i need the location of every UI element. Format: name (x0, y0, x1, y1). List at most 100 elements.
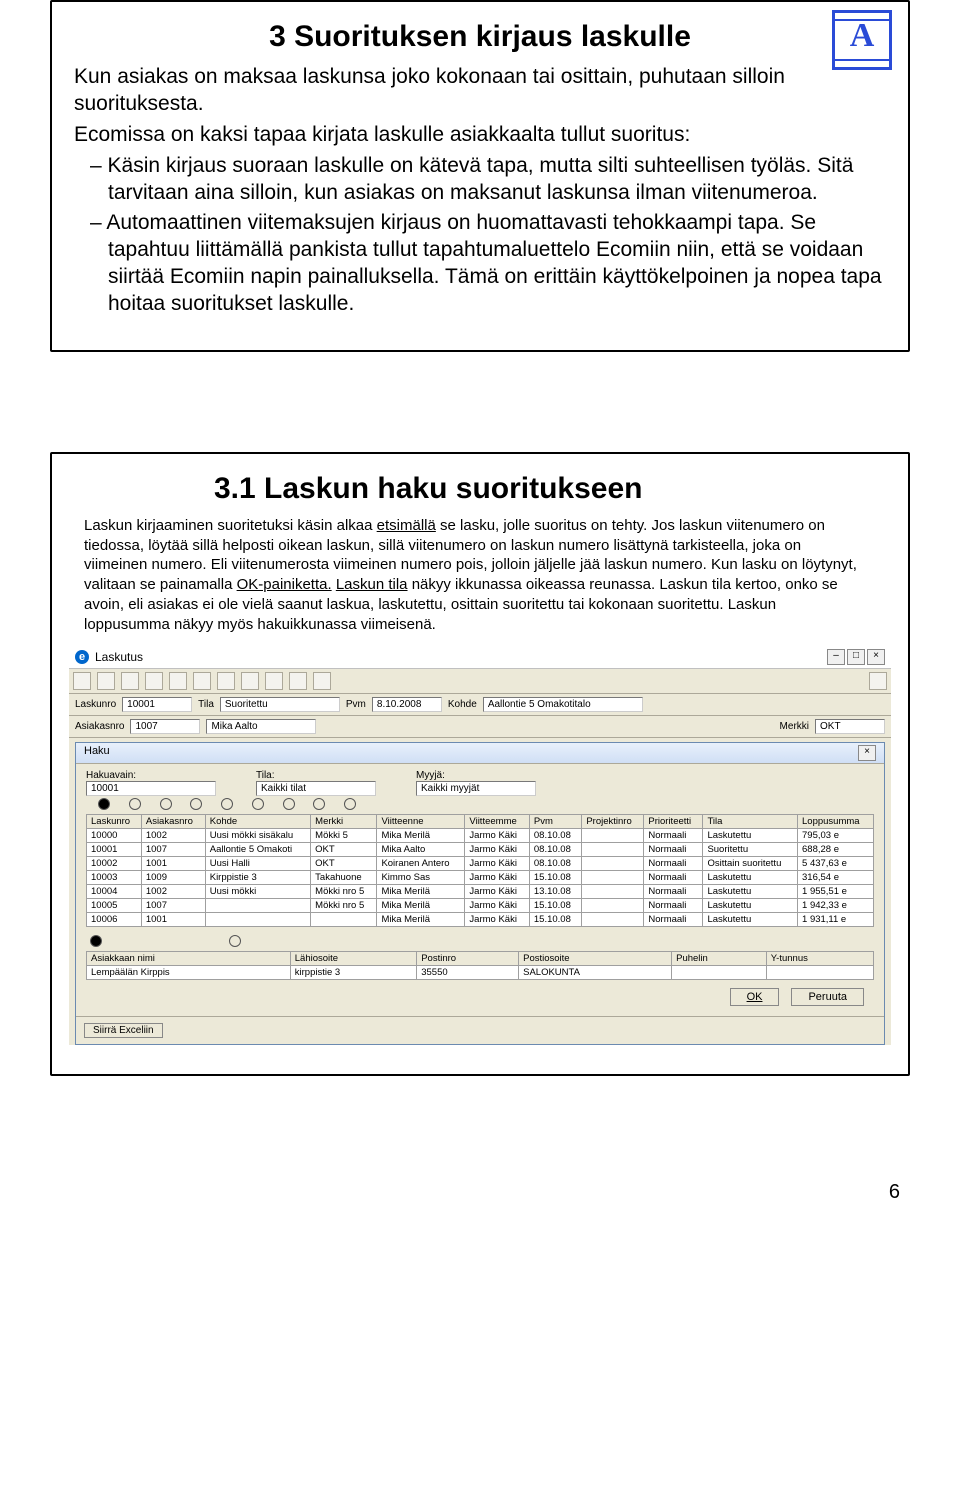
tila-field[interactable]: Suoritettu (220, 697, 340, 712)
table-header[interactable]: Prioriteetti (644, 814, 703, 828)
table-header[interactable]: Merkki (311, 814, 377, 828)
table-cell: 08.10.08 (529, 828, 581, 842)
customer-table[interactable]: Asiakkaan nimiLähiosoitePostinroPostioso… (86, 951, 874, 980)
slide-2: 3.1 Laskun haku suoritukseen Laskun kirj… (50, 452, 910, 1076)
table-cell: Kirppistie 3 (205, 870, 310, 884)
table-cell: 795,03 e (798, 828, 874, 842)
table-row[interactable]: 100041002Uusi mökkiMökki nro 5Mika Meril… (87, 884, 874, 898)
table-cell: Mika Merilä (377, 828, 465, 842)
toolbar-button[interactable] (265, 672, 283, 690)
table-cell: Suoritettu (703, 842, 798, 856)
table-cell: Jarmo Käki (465, 856, 529, 870)
minimize-icon[interactable]: – (827, 649, 845, 665)
table-cell (672, 965, 767, 979)
radio-col[interactable] (221, 798, 233, 810)
toolbar-next-icon[interactable] (145, 672, 163, 690)
table-cell: 15.10.08 (529, 912, 581, 926)
table-cell (582, 884, 644, 898)
table-row[interactable]: 100001002Uusi mökki sisäkaluMökki 5Mika … (87, 828, 874, 842)
asiakas-name-field[interactable]: Mika Aalto (206, 719, 316, 734)
ok-button[interactable]: OK (730, 988, 780, 1006)
table-cell (205, 912, 310, 926)
laskutus-window: e Laskutus – □ × (68, 645, 892, 1046)
table-header[interactable]: Asiakkaan nimi (87, 951, 291, 965)
table-row[interactable]: 100061001Mika MeriläJarmo Käki15.10.08No… (87, 912, 874, 926)
table-header[interactable]: Puhelin (672, 951, 767, 965)
toolbar-button[interactable] (289, 672, 307, 690)
results-table[interactable]: LaskunroAsiakasnroKohdeMerkkiViitteenneV… (86, 814, 874, 927)
pvm-field[interactable]: 8.10.2008 (372, 697, 442, 712)
table-header[interactable]: Postiosoite (519, 951, 672, 965)
radio-col[interactable] (98, 798, 110, 810)
laskunro-field[interactable]: 10001 (122, 697, 192, 712)
radio-col[interactable] (252, 798, 264, 810)
table-cell (205, 898, 310, 912)
table-cell: 10001 (87, 842, 142, 856)
table-cell: Aallontie 5 Omakoti (205, 842, 310, 856)
table-row[interactable]: 100011007Aallontie 5 OmakotiOKTMika Aalt… (87, 842, 874, 856)
radio-col[interactable] (344, 798, 356, 810)
toolbar-last-icon[interactable] (169, 672, 187, 690)
toolbar-first-icon[interactable] (97, 672, 115, 690)
table-cell: Uusi Halli (205, 856, 310, 870)
table-cell: Mökki 5 (311, 828, 377, 842)
toolbar-button[interactable] (869, 672, 887, 690)
close-icon[interactable]: × (867, 649, 885, 665)
radio-col[interactable] (190, 798, 202, 810)
haku-tila-label: Tila: (256, 770, 376, 781)
table-cell: 1007 (141, 898, 205, 912)
toolbar-button[interactable] (217, 672, 235, 690)
table-header[interactable]: Loppusumma (798, 814, 874, 828)
radio-col[interactable] (129, 798, 141, 810)
haku-tila-select[interactable]: Kaikki tilat (256, 781, 376, 796)
table-header[interactable]: Laskunro (87, 814, 142, 828)
radio-cust[interactable] (90, 935, 102, 947)
radio-cust[interactable] (229, 935, 241, 947)
table-header[interactable]: Postinro (417, 951, 519, 965)
table-row[interactable]: 100031009Kirppistie 3TakahuoneKimmo SasJ… (87, 870, 874, 884)
radio-col[interactable] (283, 798, 295, 810)
table-cell: 1007 (141, 842, 205, 856)
table-row[interactable]: 100021001Uusi HalliOKTKoiranen AnteroJar… (87, 856, 874, 870)
table-header[interactable]: Pvm (529, 814, 581, 828)
myyja-select[interactable]: Kaikki myyjät (416, 781, 536, 796)
slide1-bullet1: Käsin kirjaus suoraan laskulle on kätevä… (108, 153, 886, 207)
table-header[interactable]: Kohde (205, 814, 310, 828)
table-header[interactable]: Tila (703, 814, 798, 828)
table-cell (582, 828, 644, 842)
table-header[interactable]: Projektinro (582, 814, 644, 828)
hakuavain-input[interactable]: 10001 (86, 781, 216, 796)
table-cell: Uusi mökki (205, 884, 310, 898)
toolbar-button[interactable] (73, 672, 91, 690)
table-header[interactable]: Lähiosoite (290, 951, 416, 965)
table-header[interactable]: Viitteemme (465, 814, 529, 828)
close-icon[interactable]: × (858, 745, 876, 761)
kohde-field[interactable]: Aallontie 5 Omakotitalo (483, 697, 643, 712)
table-cell: Normaali (644, 842, 703, 856)
siira-exceliin-button[interactable]: Siirrä Exceliin (84, 1023, 163, 1038)
toolbar-button[interactable] (193, 672, 211, 690)
table-cell: Kimmo Sas (377, 870, 465, 884)
asiakasnro-field[interactable]: 1007 (130, 719, 200, 734)
merkki-field[interactable]: OKT (815, 719, 885, 734)
table-cell (582, 898, 644, 912)
table-cell: Laskutettu (703, 828, 798, 842)
toolbar-button[interactable] (313, 672, 331, 690)
maximize-icon[interactable]: □ (847, 649, 865, 665)
radio-col[interactable] (160, 798, 172, 810)
peruuta-button[interactable]: Peruuta (791, 988, 864, 1006)
table-cell: kirppistie 3 (290, 965, 416, 979)
table-cell: 08.10.08 (529, 842, 581, 856)
radio-col[interactable] (313, 798, 325, 810)
table-cell: 5 437,63 e (798, 856, 874, 870)
table-header[interactable]: Asiakasnro (141, 814, 205, 828)
table-cell: 10004 (87, 884, 142, 898)
table-header[interactable]: Y-tunnus (766, 951, 873, 965)
toolbar-button[interactable] (241, 672, 259, 690)
table-cell: 10005 (87, 898, 142, 912)
table-row[interactable]: 100051007Mökki nro 5Mika MeriläJarmo Käk… (87, 898, 874, 912)
slide1-intro1: Kun asiakas on maksaa laskunsa joko koko… (74, 64, 886, 118)
table-header[interactable]: Viitteenne (377, 814, 465, 828)
toolbar-prev-icon[interactable] (121, 672, 139, 690)
table-row[interactable]: Lempäälän Kirppiskirppistie 335550SALOKU… (87, 965, 874, 979)
